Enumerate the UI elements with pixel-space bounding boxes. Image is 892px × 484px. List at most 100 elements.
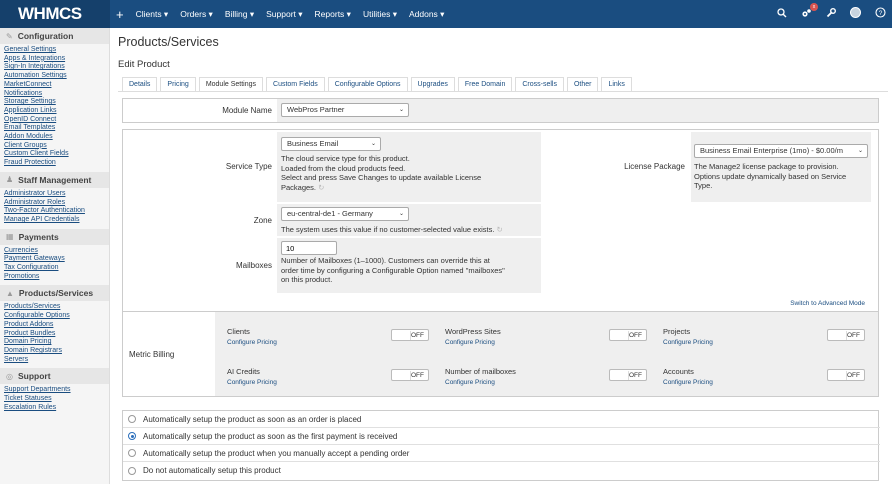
sidebar-link[interactable]: Apps & Integrations	[4, 55, 105, 64]
configure-pricing-link[interactable]: Configure Pricing	[663, 379, 713, 386]
tab-links[interactable]: Links	[601, 77, 632, 91]
metric-billing-panel: Metric Billing Clients Configure Pricing…	[122, 311, 879, 397]
tab-custom-fields[interactable]: Custom Fields	[266, 77, 325, 91]
sidebar-link[interactable]: Addon Modules	[4, 133, 105, 142]
sidebar-link[interactable]: Client Groups	[4, 142, 105, 151]
metric-toggle-accounts[interactable]: OFF	[827, 369, 865, 381]
whmcs-logo[interactable]: WHMCS	[0, 0, 110, 28]
configure-pricing-link[interactable]: Configure Pricing	[445, 379, 516, 386]
nav-utilities[interactable]: Utilities ▾	[363, 9, 397, 20]
metric-toggle-clients[interactable]: OFF	[391, 329, 429, 341]
setup-option[interactable]: Automatically setup the product as soon …	[123, 411, 880, 428]
sidebar-link[interactable]: Sign-In Integrations	[4, 63, 105, 72]
nav-orders[interactable]: Orders ▾	[180, 9, 213, 20]
sidebar-link[interactable]: Two-Factor Authentication	[4, 207, 105, 216]
sidebar-link[interactable]: Promotions	[4, 273, 105, 282]
tab-module-settings[interactable]: Module Settings	[198, 77, 264, 92]
tab-configurable-options[interactable]: Configurable Options	[327, 77, 408, 91]
sidebar-link[interactable]: Email Templates	[4, 124, 105, 133]
sidebar-link[interactable]: Product Addons	[4, 321, 105, 330]
configure-pricing-link[interactable]: Configure Pricing	[227, 339, 277, 346]
cogs-icon[interactable]: x	[801, 2, 818, 21]
sidebar-link[interactable]: Products/Services	[4, 303, 105, 312]
metric-toggle-projects[interactable]: OFF	[827, 329, 865, 341]
metric-toggle-mailboxes[interactable]: OFF	[609, 369, 647, 381]
sidebar-link[interactable]: Escalation Rules	[4, 404, 105, 413]
sidebar-link[interactable]: Custom Client Fields	[4, 150, 105, 159]
sidebar-link[interactable]: Product Bundles	[4, 330, 105, 339]
sidebar-link[interactable]: Administrator Users	[4, 190, 105, 199]
radio-button[interactable]	[128, 432, 136, 440]
sidebar-heading-configuration: ✎ Configuration	[0, 28, 109, 44]
module-config-panel: Service Type Business Email ⌄ The cloud s…	[122, 129, 879, 321]
nav-billing[interactable]: Billing ▾	[225, 9, 254, 20]
nav-support[interactable]: Support ▾	[266, 9, 302, 20]
search-icon[interactable]	[777, 7, 787, 21]
service-type-select[interactable]: Business Email ⌄	[281, 137, 381, 151]
sidebar-link[interactable]: Storage Settings	[4, 98, 105, 107]
top-nav: + Clients ▾ Orders ▾ Billing ▾ Support ▾…	[116, 7, 456, 22]
help-icon[interactable]: ?	[875, 7, 886, 21]
advanced-mode-link[interactable]: Switch to Advanced Mode	[790, 300, 865, 307]
cubes-icon: ▲	[6, 288, 14, 298]
sidebar-link[interactable]: Notifications	[4, 90, 105, 99]
sidebar-link[interactable]: Fraud Protection	[4, 159, 105, 168]
setup-option[interactable]: Automatically setup the product when you…	[123, 445, 880, 462]
sidebar-link[interactable]: Payment Gateways	[4, 255, 105, 264]
nav-addons[interactable]: Addons ▾	[409, 9, 444, 20]
setup-option[interactable]: Do not automatically setup this product	[123, 462, 880, 479]
refresh-icon[interactable]: ↻	[497, 225, 503, 234]
sidebar-link[interactable]: Application Links	[4, 107, 105, 116]
tab-details[interactable]: Details	[122, 77, 158, 91]
setup-option[interactable]: Automatically setup the product as soon …	[123, 428, 880, 445]
license-package-select[interactable]: Business Email Enterprise (1mo) - $0.00/…	[694, 144, 868, 158]
service-type-help: The cloud service type for this product.…	[281, 154, 482, 192]
mailboxes-help: Number of Mailboxes (1–1000). Customers …	[281, 256, 505, 284]
sidebar-link[interactable]: Domain Pricing	[4, 338, 105, 347]
radio-button[interactable]	[128, 449, 136, 457]
configure-pricing-link[interactable]: Configure Pricing	[227, 379, 277, 386]
sidebar-link[interactable]: Administrator Roles	[4, 199, 105, 208]
module-name-select[interactable]: WebPros Partner ⌄	[281, 103, 409, 117]
mailboxes-input[interactable]	[281, 241, 337, 255]
sidebar-link[interactable]: Manage API Credentials	[4, 216, 105, 225]
sidebar-link[interactable]: Ticket Statuses	[4, 395, 105, 404]
service-type-label: Service Type	[225, 161, 272, 171]
sidebar-link[interactable]: MarketConnect	[4, 81, 105, 90]
radio-button[interactable]	[128, 415, 136, 423]
sidebar-link[interactable]: Currencies	[4, 247, 105, 256]
sidebar-support-links: Support Departments Ticket Statuses Esca…	[0, 384, 109, 416]
tab-free-domain[interactable]: Free Domain	[457, 77, 513, 91]
sidebar-products-links: Products/Services Configurable Options P…	[0, 301, 109, 368]
sidebar-heading-support: ◎ Support	[0, 368, 109, 385]
configure-pricing-link[interactable]: Configure Pricing	[445, 339, 501, 346]
avatar[interactable]	[850, 7, 861, 21]
mailboxes-label: Mailboxes	[235, 261, 272, 270]
sidebar-link[interactable]: General Settings	[4, 46, 105, 55]
sidebar-link[interactable]: Support Departments	[4, 386, 105, 395]
tab-other[interactable]: Other	[566, 77, 599, 91]
sidebar-link[interactable]: Configurable Options	[4, 312, 105, 321]
plus-icon[interactable]: +	[116, 7, 124, 22]
metric-toggle-wordpress-sites[interactable]: OFF	[609, 329, 647, 341]
tab-pricing[interactable]: Pricing	[160, 77, 196, 91]
metric-toggle-ai-credits[interactable]: OFF	[391, 369, 429, 381]
notification-badge: x	[810, 2, 818, 11]
sidebar-link[interactable]: OpenID Connect	[4, 116, 105, 125]
zone-select[interactable]: eu-central-de1 - Germany ⌄	[281, 207, 409, 221]
sidebar-link[interactable]: Servers	[4, 356, 105, 365]
configure-pricing-link[interactable]: Configure Pricing	[663, 339, 713, 346]
nav-reports[interactable]: Reports ▾	[315, 9, 351, 20]
sidebar-link[interactable]: Automation Settings	[4, 72, 105, 81]
nav-clients[interactable]: Clients ▾	[136, 9, 169, 20]
content-area: Details Pricing Module Settings Custom F…	[118, 28, 888, 484]
tab-upgrades[interactable]: Upgrades	[410, 77, 455, 91]
sidebar-heading-staff: ♟ Staff Management	[0, 171, 109, 188]
svg-text:?: ?	[879, 10, 883, 17]
sidebar-link[interactable]: Tax Configuration	[4, 264, 105, 273]
tab-cross-sells[interactable]: Cross-sells	[515, 77, 564, 91]
sidebar-link[interactable]: Domain Registrars	[4, 347, 105, 356]
wrench-icon[interactable]	[826, 7, 836, 21]
refresh-icon[interactable]: ↻	[318, 183, 324, 192]
radio-button[interactable]	[128, 466, 136, 475]
